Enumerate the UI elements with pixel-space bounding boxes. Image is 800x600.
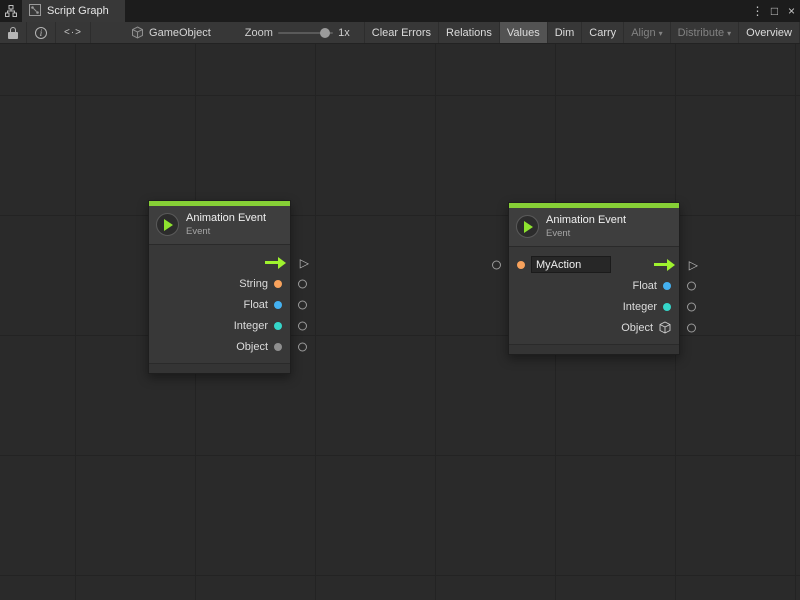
graph-window-icon xyxy=(0,0,22,22)
string-output-port[interactable] xyxy=(298,279,307,288)
output-row-integer: Integer xyxy=(509,296,679,317)
node-body: ▷ Float Integer Object xyxy=(509,247,679,344)
titlebar: Script Graph ⋮ □ × xyxy=(0,0,800,22)
output-row-object: Object xyxy=(509,317,679,338)
float-type-dot xyxy=(274,301,282,309)
name-input-and-flow-row: ▷ xyxy=(509,254,679,275)
name-input-port[interactable] xyxy=(492,260,501,269)
values-button[interactable]: Values xyxy=(500,22,548,43)
toolbar-button-group: Clear Errors Relations Values Dim Carry … xyxy=(364,22,800,43)
node-header[interactable]: Animation Event Event xyxy=(149,206,290,245)
chevron-down-icon xyxy=(659,27,663,39)
output-row-string: String xyxy=(149,273,290,294)
object-output-port[interactable] xyxy=(298,342,307,351)
port-label: Float xyxy=(244,299,268,311)
port-label: Integer xyxy=(623,301,657,313)
object-output-port[interactable] xyxy=(687,323,696,332)
tab-title: Script Graph xyxy=(47,5,109,17)
flow-output-port[interactable]: ▷ xyxy=(300,258,309,268)
node-header[interactable]: Animation Event Event xyxy=(509,208,679,247)
dim-button[interactable]: Dim xyxy=(548,22,583,43)
float-output-port[interactable] xyxy=(687,281,696,290)
string-type-dot xyxy=(517,261,525,269)
node-footer xyxy=(509,344,679,354)
output-row-float: Float xyxy=(149,294,290,315)
zoom-slider-thumb[interactable] xyxy=(320,28,330,38)
maximize-icon[interactable]: □ xyxy=(766,0,783,22)
chevron-down-icon xyxy=(727,27,731,39)
code-icon: <·> xyxy=(64,27,82,38)
close-icon[interactable]: × xyxy=(783,0,800,22)
flow-output-row: ▷ xyxy=(149,252,290,273)
integer-output-port[interactable] xyxy=(687,302,696,311)
zoom-label: Zoom xyxy=(245,22,273,43)
object-type-dot xyxy=(274,343,282,351)
port-label: String xyxy=(239,278,268,290)
align-button[interactable]: Align xyxy=(624,22,670,43)
flow-arrow-icon xyxy=(265,261,279,264)
edit-script-button[interactable]: <·> xyxy=(56,22,91,43)
port-label: Object xyxy=(236,341,268,353)
graph-canvas[interactable]: Animation Event Event ▷ String Float xyxy=(0,44,800,600)
port-label: Object xyxy=(621,322,653,334)
port-label: Float xyxy=(633,280,657,292)
event-play-icon xyxy=(156,213,179,236)
script-graph-window: Script Graph ⋮ □ × i <·> GameObject Zoom… xyxy=(0,0,800,600)
integer-output-port[interactable] xyxy=(298,321,307,330)
script-graph-tab-icon xyxy=(29,4,41,19)
distribute-button[interactable]: Distribute xyxy=(671,22,739,43)
event-name-field[interactable] xyxy=(531,256,611,273)
integer-type-dot xyxy=(274,322,282,330)
node-animation-event-1[interactable]: Animation Event Event ▷ String Float xyxy=(148,200,291,374)
integer-type-dot xyxy=(663,303,671,311)
node-subtitle: Event xyxy=(546,228,626,239)
node-footer xyxy=(149,363,290,373)
output-row-float: Float xyxy=(509,275,679,296)
node-animation-event-2[interactable]: Animation Event Event ▷ Fl xyxy=(508,202,680,355)
graph-toolbar: i <·> GameObject Zoom 1x Clear Errors Re… xyxy=(0,22,800,44)
float-output-port[interactable] xyxy=(298,300,307,309)
gameobject-label: GameObject xyxy=(149,27,211,39)
lock-button[interactable] xyxy=(0,22,27,43)
zoom-slider[interactable] xyxy=(278,22,333,44)
string-type-dot xyxy=(274,280,282,288)
flow-output-port[interactable]: ▷ xyxy=(689,260,698,270)
event-play-icon xyxy=(516,215,539,238)
clear-errors-button[interactable]: Clear Errors xyxy=(365,22,439,43)
object-cube-icon xyxy=(659,321,671,334)
node-subtitle: Event xyxy=(186,226,266,237)
info-icon: i xyxy=(35,27,47,39)
output-row-object: Object xyxy=(149,336,290,357)
inspect-button[interactable]: i xyxy=(27,22,56,43)
flow-arrow-icon xyxy=(654,263,668,266)
gameobject-icon xyxy=(131,26,144,39)
carry-button[interactable]: Carry xyxy=(582,22,624,43)
overview-button[interactable]: Overview xyxy=(739,22,800,43)
port-label: Integer xyxy=(234,320,268,332)
node-title: Animation Event xyxy=(186,212,266,224)
gameobject-reference[interactable]: GameObject xyxy=(131,22,211,43)
window-menu-icon[interactable]: ⋮ xyxy=(749,0,766,22)
node-body: ▷ String Float Integer xyxy=(149,245,290,363)
zoom-value: 1x xyxy=(338,22,350,43)
lock-icon xyxy=(8,27,18,39)
tab-script-graph[interactable]: Script Graph xyxy=(22,0,125,22)
output-row-integer: Integer xyxy=(149,315,290,336)
node-title: Animation Event xyxy=(546,214,626,226)
titlebar-spacer xyxy=(125,0,749,22)
float-type-dot xyxy=(663,282,671,290)
relations-button[interactable]: Relations xyxy=(439,22,500,43)
